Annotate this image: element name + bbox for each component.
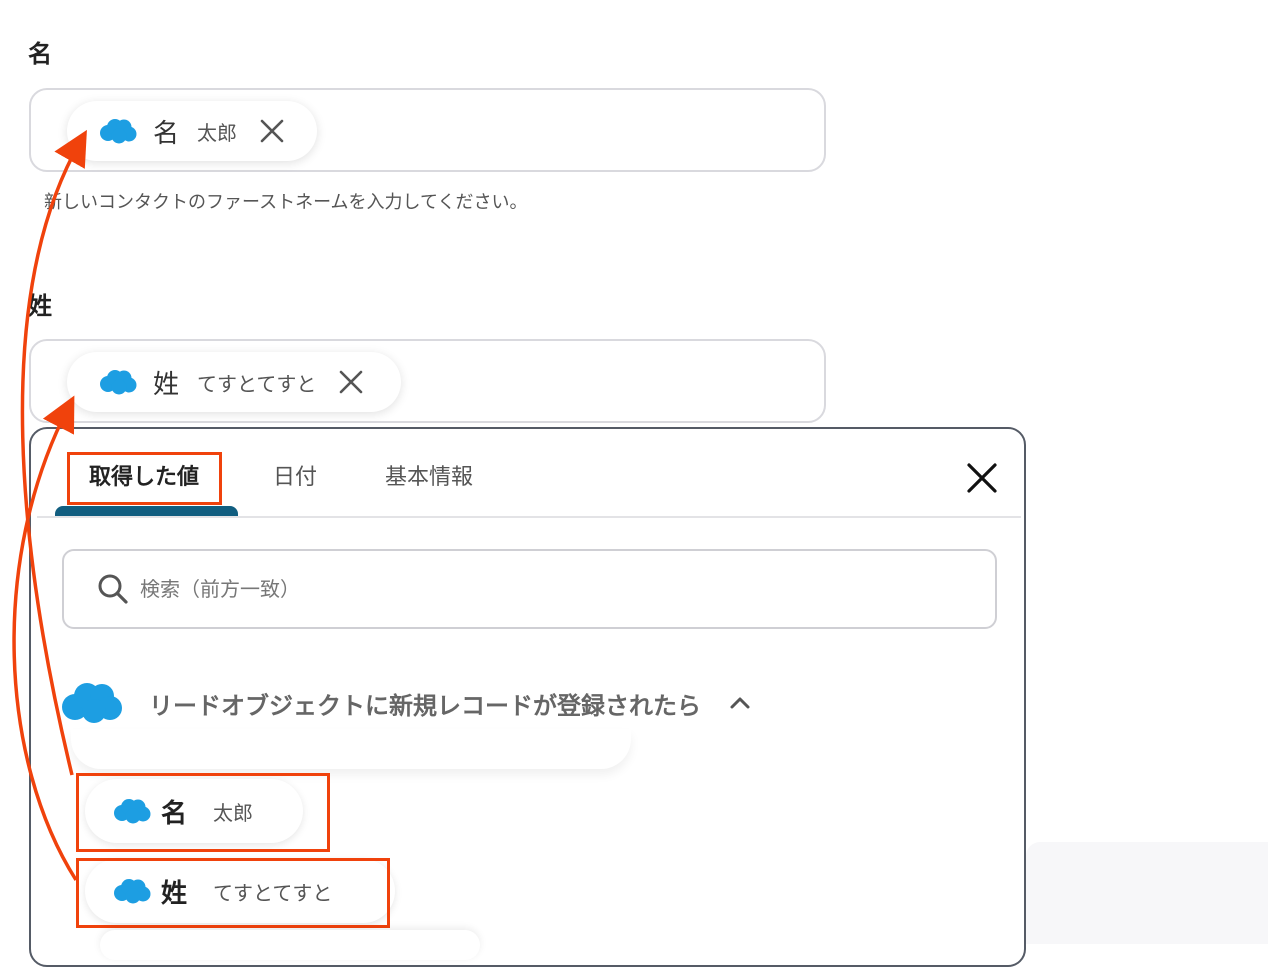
item-key: 名 — [161, 798, 188, 829]
item-value: てすとてすと — [213, 880, 333, 905]
tab-basic-info[interactable]: 基本情報 — [385, 459, 473, 491]
salesforce-cloud-icon — [100, 119, 137, 144]
variable-picker-panel: 取得した値 日付 基本情報 リードオブジェクトに新規レコードが登録されたら — [29, 427, 1026, 967]
background-card — [1026, 842, 1268, 944]
search-icon — [98, 574, 128, 604]
first-name-label: 名 — [28, 40, 52, 68]
group-header-shadow — [71, 729, 631, 769]
salesforce-cloud-icon — [114, 799, 151, 824]
salesforce-cloud-icon — [62, 683, 122, 723]
active-tab-indicator — [55, 506, 238, 516]
last-name-field[interactable]: 姓 てすとてすと — [29, 339, 826, 423]
chip-key: 姓 — [153, 369, 180, 400]
group-title: リードオブジェクトに新規レコードが登録されたら — [149, 691, 701, 720]
variable-item[interactable]: 名 太郎 — [85, 779, 303, 843]
tab-acquired-values[interactable]: 取得した値 — [89, 459, 199, 491]
search-field[interactable] — [62, 549, 997, 629]
chip-value: てすとてすと — [197, 371, 317, 396]
close-icon[interactable] — [965, 461, 999, 495]
item-value: 太郎 — [213, 800, 254, 825]
tab-bar: 取得した値 日付 基本情報 — [37, 429, 1021, 518]
group-header[interactable]: リードオブジェクトに新規レコードが登録されたら — [61, 681, 753, 725]
tab-date[interactable]: 日付 — [273, 459, 317, 491]
item-key: 姓 — [161, 878, 188, 909]
next-item-peek — [100, 930, 480, 960]
first-name-value-chip[interactable]: 名 太郎 — [67, 101, 317, 161]
search-input[interactable] — [138, 576, 922, 602]
chip-key: 名 — [153, 118, 180, 149]
salesforce-cloud-icon — [114, 879, 151, 904]
first-name-help-text: 新しいコンタクトのファーストネームを入力してください。 — [44, 192, 528, 213]
close-icon[interactable] — [338, 369, 364, 395]
last-name-label: 姓 — [28, 292, 52, 320]
chip-value: 太郎 — [197, 120, 238, 145]
close-icon[interactable] — [259, 118, 285, 144]
salesforce-cloud-icon — [100, 370, 137, 395]
first-name-field[interactable]: 名 太郎 — [29, 88, 826, 172]
variable-item[interactable]: 姓 てすとてすと — [85, 859, 395, 923]
last-name-value-chip[interactable]: 姓 てすとてすと — [67, 352, 401, 412]
chevron-up-icon[interactable] — [727, 690, 753, 716]
